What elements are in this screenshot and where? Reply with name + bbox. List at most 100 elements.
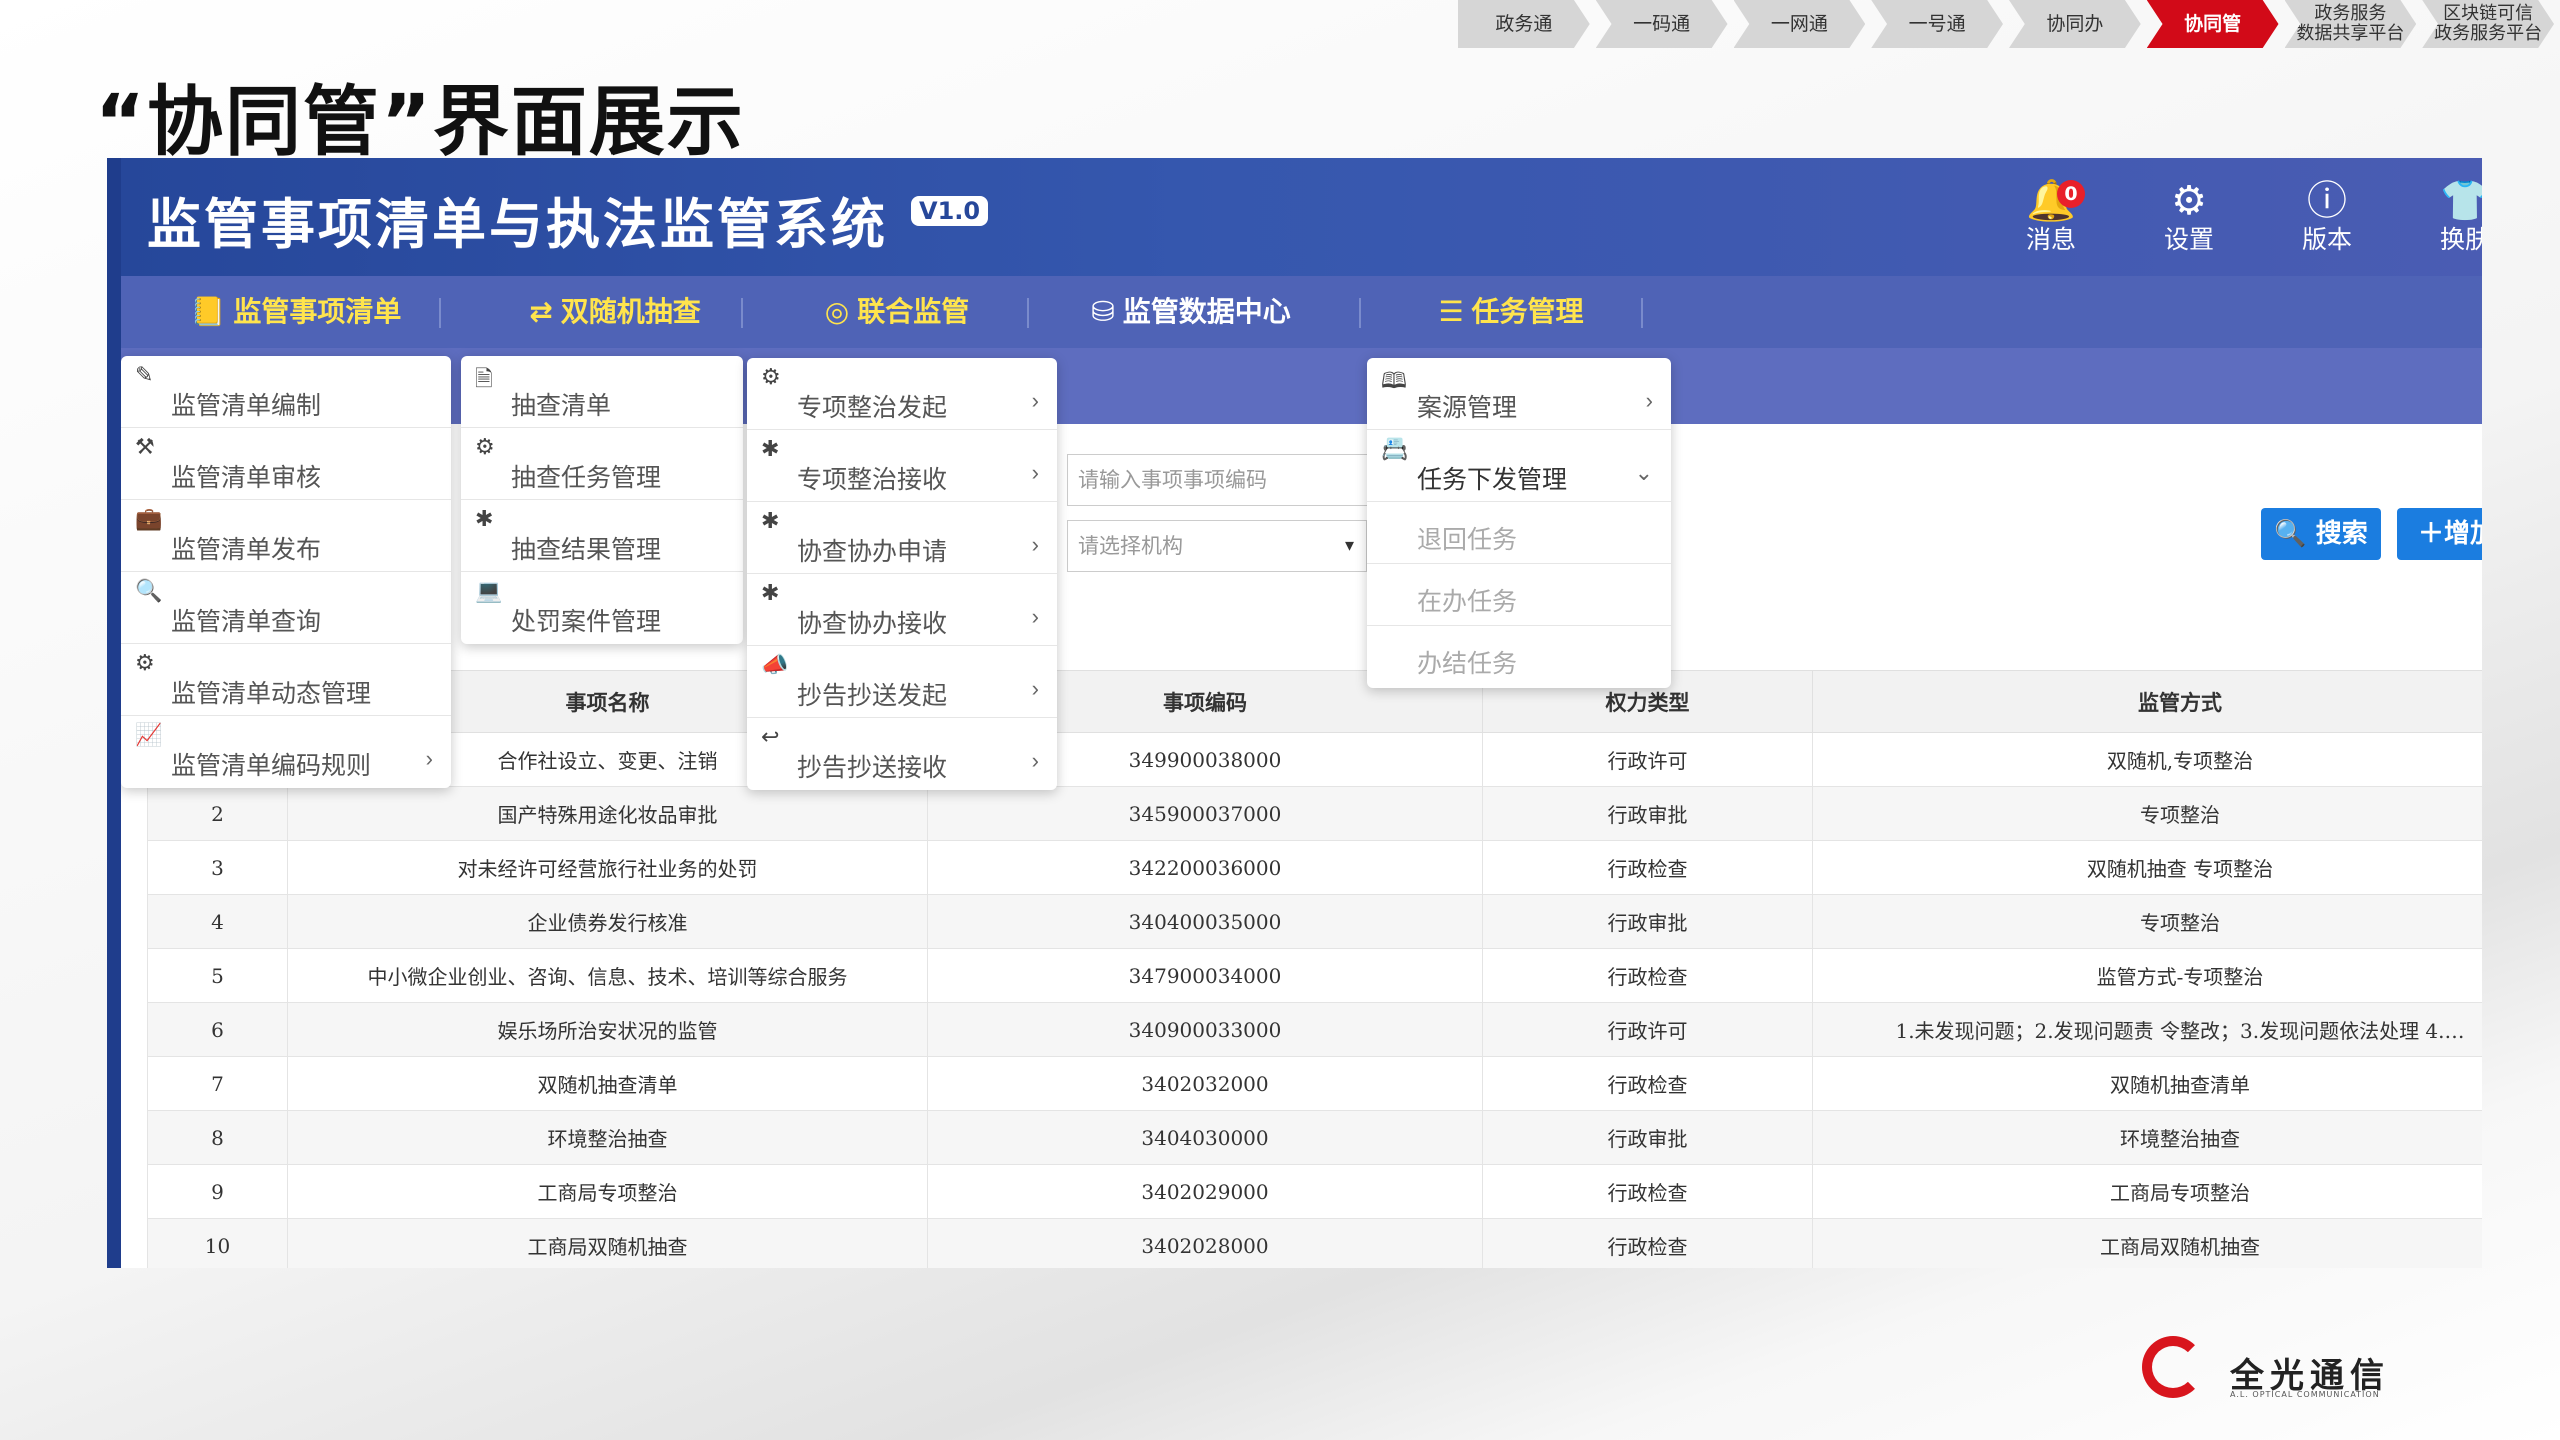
caret-down-icon: ▾ [1344,535,1354,556]
laptop-icon: 💻 [475,578,503,603]
column-header-method[interactable]: 监管方式 [1812,670,2482,733]
cell-name: 工商局专项整治 [287,1164,928,1219]
table-row[interactable]: 8 环境整治抽查 3404030000 行政审批 环境整治抽查 [147,1110,2482,1165]
table-row[interactable]: 2 国产特殊用途化妆品审批 345900037000 行政审批 专项整治 [147,786,2482,841]
menu-item-check-list[interactable]: 🗎 抽查清单 [461,356,743,428]
menu-item-label: 抄告抄送发起 [797,682,948,710]
breadcrumb: 政务通 一码通 一网通 一号通 协同办 协同管 政务服务 数据共享平台 区块链可… [1458,0,2560,48]
crumb-blockchain[interactable]: 区块链可信 政务服务平台 [2422,0,2554,48]
crumb-yht[interactable]: 一号通 [1871,0,2003,48]
menu-item-check-results[interactable]: ✱ 抽查结果管理 [461,500,743,572]
chevron-right-icon: › [1031,532,1039,557]
nav-random-check-label: 双随机抽查 [560,295,701,328]
message-count-badge: 0 [2057,180,2085,208]
table-row[interactable]: 1合作社设立、变更、注销349900038000行政许可双随机,专项整治 [147,732,2482,787]
menu-item-special-launch[interactable]: ⚙ 专项整治发起 › [747,358,1057,430]
table-row[interactable]: 5 中小微企业创业、咨询、信息、技术、培训等综合服务 347900034000 行政检… [147,948,2482,1003]
search-icon: 🔍 [135,578,163,603]
menu-item-assist-receive[interactable]: ✱ 协查协办接收 › [747,574,1057,646]
cell-code: 3402032000 [927,1056,1483,1111]
cell-index: 9 [147,1164,288,1219]
crumb-xtg[interactable]: 协同管 [2146,0,2279,48]
menu-item-ongoing-tasks[interactable]: 在办任务 [1367,564,1671,626]
nav-divider [439,298,441,328]
nav-joint-supervision-label: 联合监管 [857,295,970,328]
table-row[interactable]: 4 企业债券发行核准 340400035000 行政审批 专项整治 [147,894,2482,949]
menu-item-copy-receive[interactable]: ↩ 抄告抄送接收 › [747,718,1057,790]
cell-index: 5 [147,948,288,1003]
menu-item-code-rules[interactable]: 📈 监管清单编码规则 › [121,716,451,788]
crumb-zwt[interactable]: 政务通 [1458,0,1590,48]
bell-icon: 🔔 [2026,178,2076,224]
table-row[interactable]: 10 工商局双随机抽查 3402028000 行政检查 工商局双随机抽查 [147,1218,2482,1268]
table-row[interactable]: 6 娱乐场所治安状况的监管 340900033000 行政许可 1.未发现问题；2.发现… [147,1002,2482,1057]
org-select-placeholder: 请选择机构 [1078,534,1183,558]
cell-method: 工商局双随机抽查 [1812,1218,2482,1268]
menu-item-label: 在办任务 [1417,588,1518,616]
cell-name: 娱乐场所治安状况的监管 [287,1002,928,1057]
reply-icon: ↩ [761,724,780,749]
nav-data-center[interactable]: ⛁ 监管数据中心 [1071,276,1311,348]
cell-code: 3404030000 [927,1110,1483,1165]
gear-icon: ⚙ [761,364,781,389]
chevron-right-icon: › [1031,604,1039,629]
nav-random-check[interactable]: ⇄ 双随机抽查 [505,276,725,348]
add-button[interactable]: ＋增加 [2397,508,2482,560]
data-table: 事项名称 事项编码 权力类型 监管方式 1合作社设立、变更、注销34990003… [147,670,2482,1268]
cell-code: 345900037000 [927,786,1483,841]
crumb-data-share[interactable]: 政务服务 数据共享平台 [2284,0,2417,48]
menu-item-case-source[interactable]: 🕮 案源管理 › [1367,358,1671,430]
book-icon: 📒 [190,295,226,328]
menu-item-review[interactable]: ⚒ 监管清单审核 [121,428,451,500]
messages-button[interactable]: 🔔 0 消息 [2001,178,2101,266]
chevron-right-icon: › [1031,748,1039,773]
settings-button[interactable]: ⚙ 设置 [2139,178,2239,266]
menu-item-compile[interactable]: ✎ 监管清单编制 [121,356,451,428]
menu-item-label: 抄告抄送接收 [797,754,948,782]
cell-code: 3402028000 [927,1218,1483,1268]
menu-item-label: 专项整治发起 [797,394,948,422]
menu-item-label: 监管清单查询 [171,608,322,636]
menu-item-query[interactable]: 🔍 监管清单查询 [121,572,451,644]
nav-supervision-list[interactable]: 📒 监管事项清单 [171,276,421,348]
cell-index: 8 [147,1110,288,1165]
nav-joint-supervision[interactable]: ◎ 联合监管 [797,276,997,348]
crumb-ywt[interactable]: 一网通 [1733,0,1866,48]
cell-index: 7 [147,1056,288,1111]
cell-power-type: 行政审批 [1482,1110,1813,1165]
menu-item-returned-tasks[interactable]: 退回任务 [1367,502,1671,564]
chevron-right-icon: › [1031,676,1039,701]
menu-item-copy-launch[interactable]: 📣 抄告抄送发起 › [747,646,1057,718]
menu-item-penalty-cases[interactable]: 💻 处罚案件管理 [461,572,743,644]
menu-item-task-dispatch[interactable]: 📇 任务下发管理 ⌄ [1367,430,1671,502]
menu-task-management: 🕮 案源管理 › 📇 任务下发管理 ⌄ 退回任务 在办任务 办结任务 [1367,358,1671,688]
version-button[interactable]: ⓘ 版本 [2277,178,2377,266]
nav-task-management[interactable]: ☰ 任务管理 [1421,276,1601,348]
table-row[interactable]: 3 对未经许可经营旅行社业务的处罚 342200036000 行政检查 双随机抽查 专项… [147,840,2482,895]
asterisk-icon: ✱ [761,508,780,533]
company-logo: 全光通信 A.L. OPTICAL COMMUNICATION [2142,1330,2402,1410]
cell-power-type: 行政检查 [1482,1164,1813,1219]
table-row[interactable]: 9 工商局专项整治 3402029000 行政检查 工商局专项整治 [147,1164,2482,1219]
crumb-xtb[interactable]: 协同办 [2009,0,2141,48]
menu-item-label: 监管清单编制 [171,392,322,420]
skin-button[interactable]: 👕 换肤 [2415,178,2482,266]
asterisk-icon: ✱ [761,580,780,605]
org-select[interactable]: 请选择机构 ▾ [1067,520,1367,572]
item-code-input[interactable]: 请输入事项事项编码 [1067,454,1397,506]
cell-power-type: 行政检查 [1482,1056,1813,1111]
settings-label: 设置 [2163,225,2214,254]
menu-joint-supervision: ⚙ 专项整治发起 › ✱ 专项整治接收 › ✱ 协查协办申请 › ✱ 协查协办接收 › 📣 抄告抄… [747,358,1057,790]
menu-item-publish[interactable]: 💼 监管清单发布 [121,500,451,572]
menu-item-assist-apply[interactable]: ✱ 协查协办申请 › [747,502,1057,574]
crumb-ymt[interactable]: 一码通 [1595,0,1728,48]
menu-item-check-tasks[interactable]: ⚙ 抽查任务管理 [461,428,743,500]
menu-item-dynamic[interactable]: ⚙ 监管清单动态管理 [121,644,451,716]
menu-item-finished-tasks[interactable]: 办结任务 [1367,626,1671,688]
menu-item-special-receive[interactable]: ✱ 专项整治接收 › [747,430,1057,502]
cell-name: 工商局双随机抽查 [287,1218,928,1268]
table-row[interactable]: 7 双随机抽查清单 3402032000 行政检查 双随机抽查清单 [147,1056,2482,1111]
hammer-icon: ⚒ [135,434,155,459]
chevron-right-icon: › [1031,388,1039,413]
search-button[interactable]: 🔍 搜索 [2261,508,2381,560]
